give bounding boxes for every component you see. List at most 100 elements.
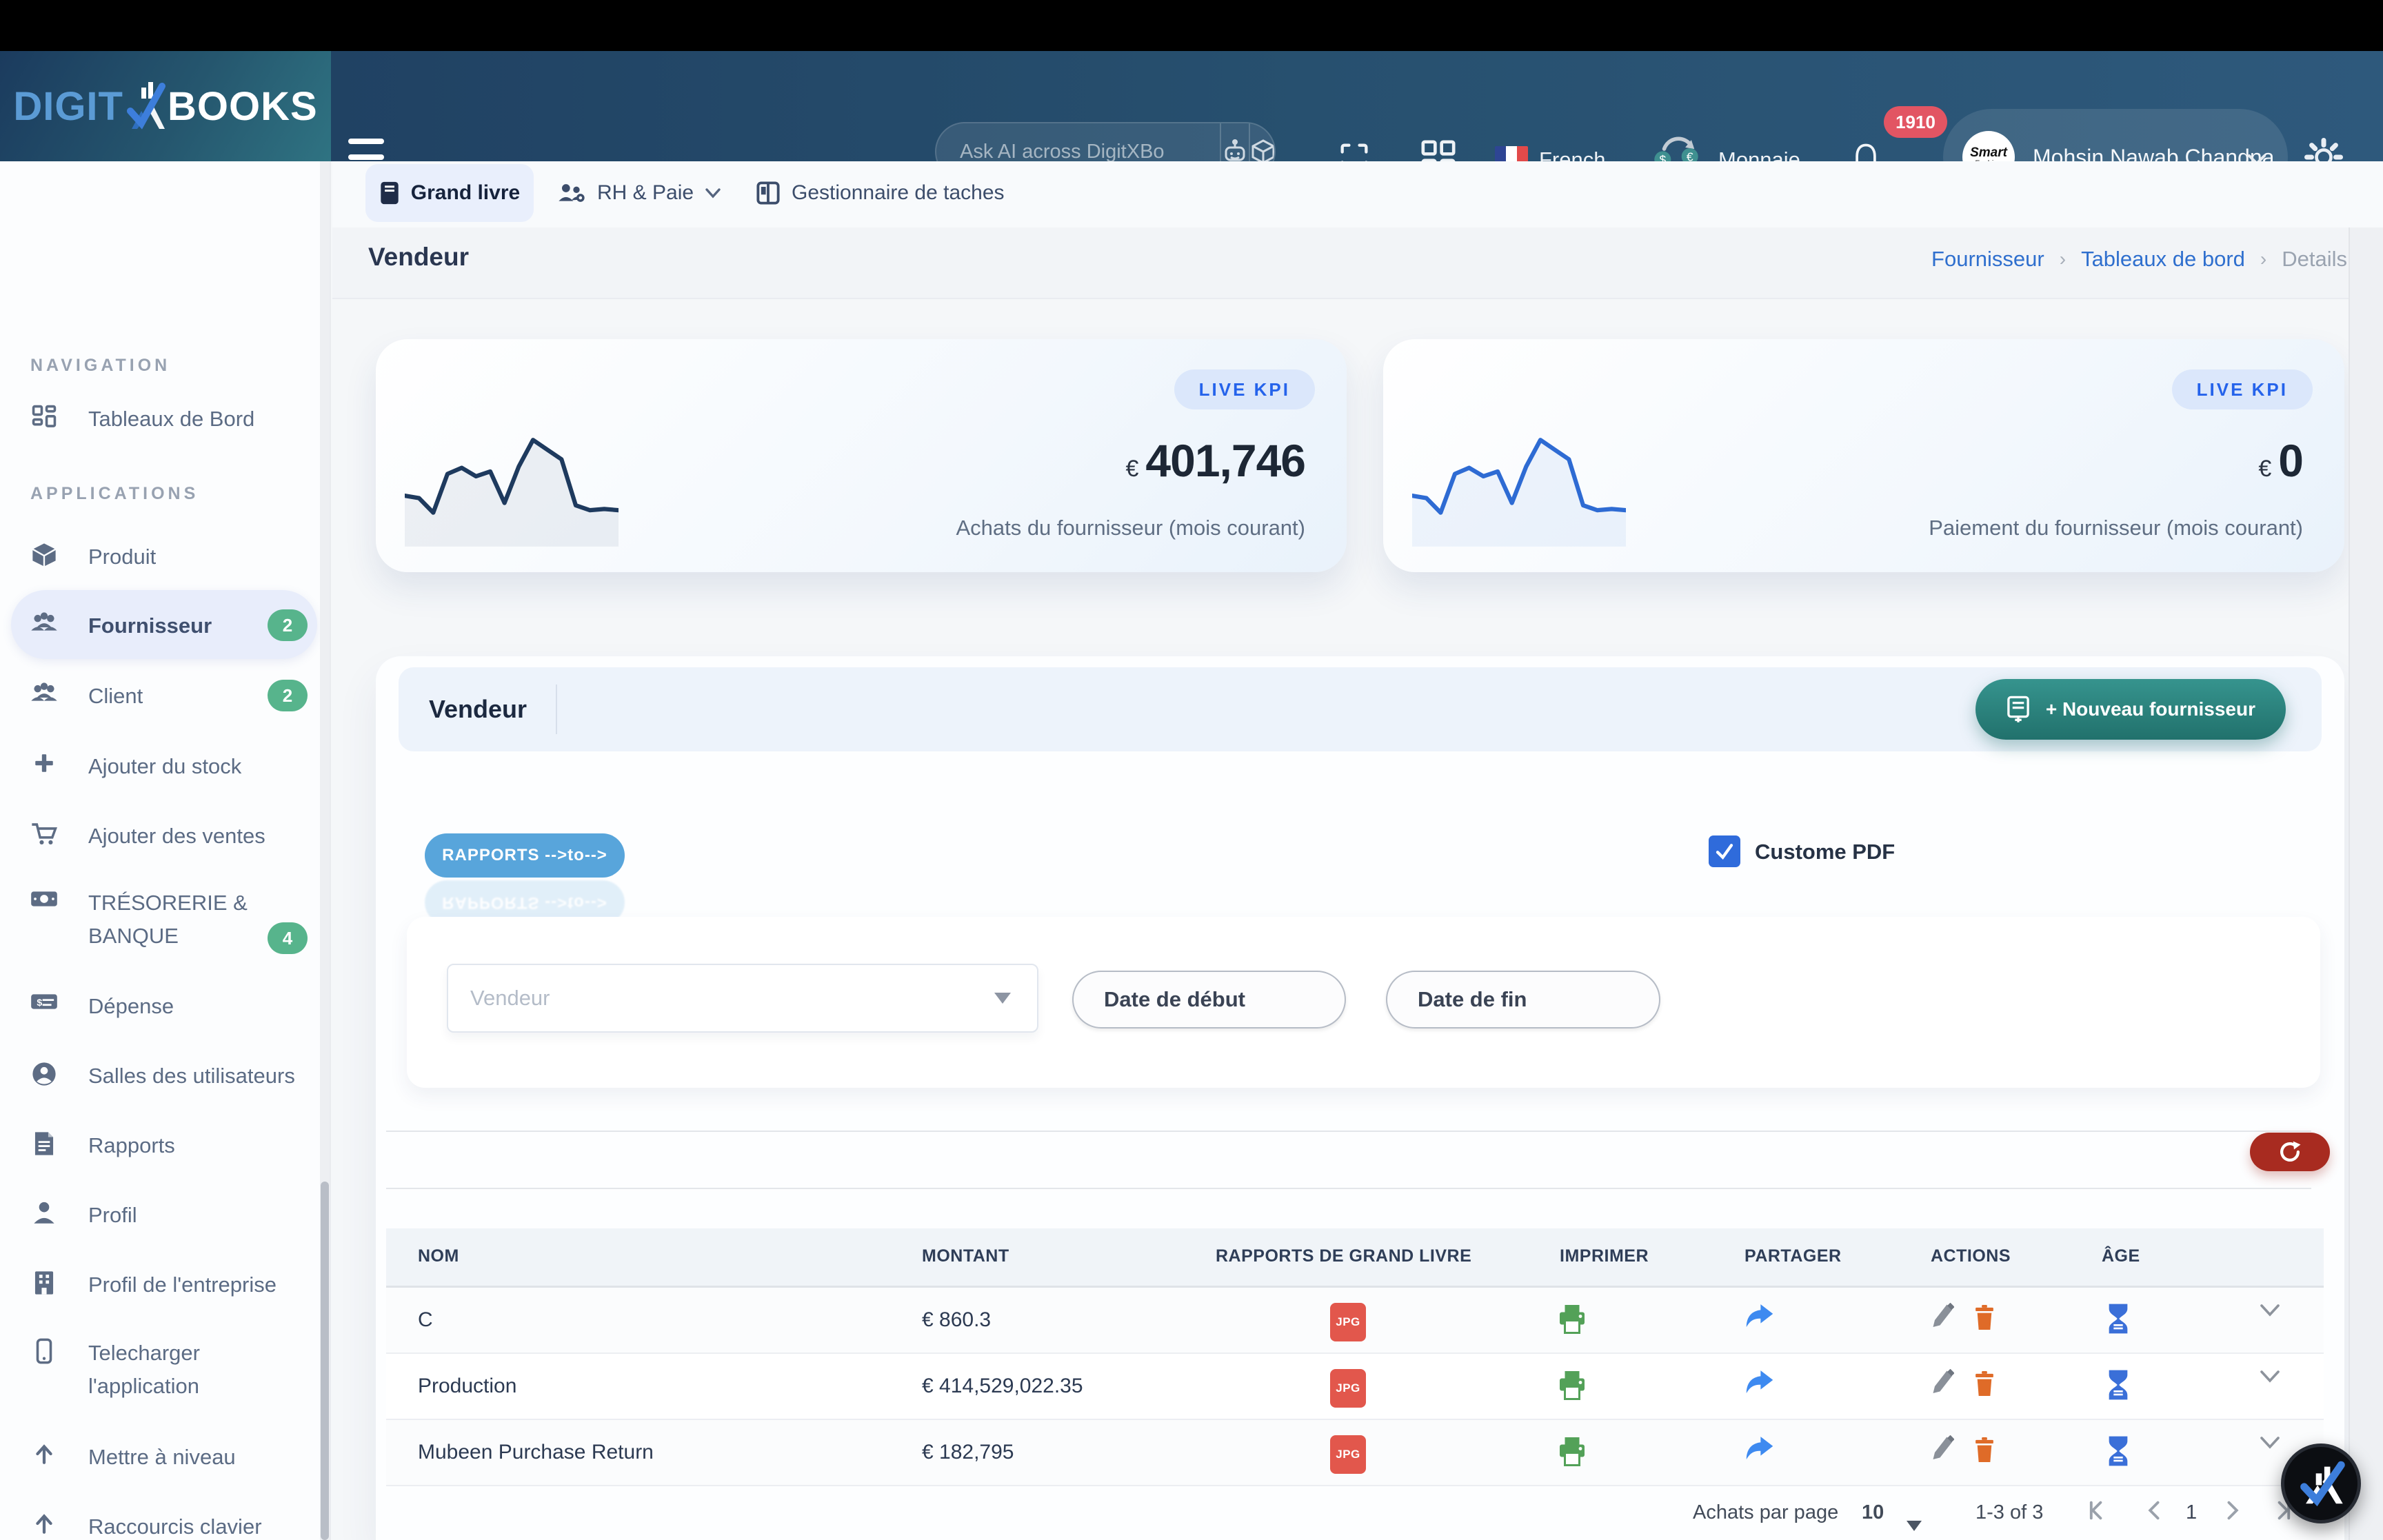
panel-header: Vendeur + Nouveau fournisseur: [399, 667, 2322, 751]
sidebar-item-depense[interactable]: $ Dépense: [0, 990, 325, 1023]
sidebar-item-mettre-a-niveau[interactable]: Mettre à niveau: [0, 1441, 325, 1474]
money-check-icon: $: [0, 990, 88, 1012]
table-row[interactable]: Production € 414,529,022.35 JPG: [386, 1354, 2324, 1420]
row-amount: € 414,529,022.35: [922, 1375, 1083, 1398]
user-circle-icon: [0, 1060, 88, 1087]
vendor-select[interactable]: Vendeur: [447, 964, 1038, 1033]
print-icon[interactable]: [1556, 1303, 1589, 1336]
age-hourglass-icon[interactable]: [2104, 1303, 2132, 1335]
app-window: DIGIT BOOKS: [0, 0, 2383, 1540]
jpg-report-icon[interactable]: JPG: [1330, 1369, 1366, 1408]
kpi-number: 0: [2278, 434, 2303, 487]
date-fin-button[interactable]: Date de fin: [1386, 971, 1660, 1029]
next-page-icon[interactable]: [2220, 1499, 2244, 1528]
kpi-currency: €: [2258, 456, 2271, 483]
per-page-label: Achats par page: [1693, 1501, 1838, 1524]
per-page-value[interactable]: 10: [1862, 1501, 1884, 1524]
current-page[interactable]: 1: [2186, 1501, 2197, 1524]
notification-count-badge[interactable]: 1910: [1884, 106, 1947, 138]
navbar: DIGIT BOOKS: [0, 51, 2383, 161]
refresh-button[interactable]: [2250, 1133, 2330, 1171]
date-debut-button[interactable]: Date de début: [1072, 971, 1346, 1029]
panel-title: Vendeur: [429, 695, 527, 724]
custom-pdf-label[interactable]: Custome PDF: [1755, 840, 1895, 864]
reports-range-pill[interactable]: RAPPORTS -->to-->: [425, 833, 625, 878]
dashboard-icon: [0, 403, 88, 430]
kpi-card-paiement: LIVE KPI € 0 Paiement du fournisseur (mo…: [1383, 339, 2344, 572]
print-icon[interactable]: [1556, 1369, 1589, 1402]
pagination-bar: Achats par page 10 1-3 of 3 1: [386, 1489, 2324, 1540]
jpg-report-icon[interactable]: JPG: [1330, 1303, 1366, 1341]
table-row[interactable]: Mubeen Purchase Return € 182,795 JPG: [386, 1420, 2324, 1486]
edit-pencil-icon[interactable]: [1929, 1369, 1954, 1397]
delete-trash-icon[interactable]: [1972, 1435, 1997, 1464]
sidebar-item-telecharger-application[interactable]: Telecharger l'application: [0, 1337, 325, 1403]
sidebar-item-tableaux-de-bord[interactable]: Tableaux de Bord: [0, 403, 325, 436]
table-row[interactable]: C € 860.3 JPG: [386, 1288, 2324, 1354]
banknote-icon: [0, 886, 88, 910]
prev-page-icon[interactable]: [2143, 1499, 2166, 1528]
tab-rh-paie[interactable]: RH & Paie: [557, 164, 721, 222]
date-debut-label: Date de début: [1104, 987, 1245, 1012]
delete-trash-icon[interactable]: [1972, 1369, 1997, 1398]
tab-grand-livre[interactable]: Grand livre: [365, 164, 534, 222]
age-hourglass-icon[interactable]: [2104, 1435, 2132, 1467]
sidebar: NAVIGATION Tableaux de Bord APPLICATIONS…: [0, 161, 331, 1540]
share-icon[interactable]: [1744, 1303, 1775, 1330]
svg-text:$: $: [37, 997, 42, 1008]
first-page-icon[interactable]: [2087, 1499, 2110, 1528]
date-fin-label: Date de fin: [1418, 987, 1527, 1012]
kpi-number: 401,746: [1145, 434, 1305, 487]
users-group-icon: [0, 609, 88, 634]
tab-chevron-down-icon: [705, 188, 721, 199]
share-icon[interactable]: [1744, 1435, 1775, 1463]
sidebar-item-rapports[interactable]: Rapports: [0, 1129, 325, 1162]
sidebar-item-ajouter-des-ventes[interactable]: Ajouter des ventes: [0, 820, 325, 853]
sidebar-item-salles-des-utilisateurs[interactable]: Salles des utilisateurs: [0, 1060, 325, 1093]
document-icon: [0, 1129, 88, 1157]
custom-pdf-checkbox[interactable]: [1709, 835, 1740, 867]
app-logo[interactable]: DIGIT BOOKS: [0, 51, 331, 161]
sidebar-item-profil[interactable]: Profil: [0, 1199, 325, 1232]
cart-icon: [0, 820, 88, 846]
edit-pencil-icon[interactable]: [1929, 1303, 1954, 1330]
nouveau-fournisseur-label: + Nouveau fournisseur: [2046, 698, 2255, 720]
jpg-report-icon[interactable]: JPG: [1330, 1435, 1366, 1474]
sidebar-heading-applications: APPLICATIONS: [30, 484, 199, 504]
floating-brand-button[interactable]: [2281, 1443, 2361, 1523]
row-amount: € 182,795: [922, 1441, 1014, 1464]
edit-pencil-icon[interactable]: [1929, 1435, 1954, 1463]
sidebar-scrollbar-thumb[interactable]: [321, 1182, 329, 1540]
vendeur-panel: Vendeur + Nouveau fournisseur RAPPORTS -…: [376, 656, 2344, 1540]
task-board-icon: [756, 181, 781, 205]
mobile-icon: [0, 1337, 88, 1364]
tab-gestionnaire-taches[interactable]: Gestionnaire de taches: [756, 164, 1005, 222]
share-icon[interactable]: [1744, 1369, 1775, 1397]
col-rapports: RAPPORTS DE GRAND LIVRE: [1216, 1246, 1471, 1266]
tab-rh-paie-label: RH & Paie: [597, 181, 694, 205]
breadcrumb-fournisseur[interactable]: Fournisseur: [1931, 247, 2044, 272]
person-icon: [0, 1199, 88, 1225]
age-hourglass-icon[interactable]: [2104, 1369, 2132, 1401]
users-group-icon: [0, 680, 88, 705]
kpi-sparkline: [1412, 421, 1626, 551]
row-name: C: [418, 1308, 433, 1332]
col-nom: NOM: [418, 1246, 459, 1266]
breadcrumb-tableaux[interactable]: Tableaux de bord: [2081, 247, 2245, 272]
row-expand-chevron-icon[interactable]: [2259, 1303, 2281, 1318]
row-expand-chevron-icon[interactable]: [2259, 1369, 2281, 1384]
tab-gestionnaire-label: Gestionnaire de taches: [792, 181, 1005, 205]
sidebar-item-ajouter-du-stock[interactable]: Ajouter du stock: [0, 750, 325, 783]
package-icon: [0, 540, 88, 568]
nouveau-fournisseur-button[interactable]: + Nouveau fournisseur: [1975, 679, 2286, 740]
sidebar-item-profil-entreprise[interactable]: Profil de l'entreprise: [0, 1268, 325, 1301]
col-partager: PARTAGER: [1744, 1246, 1842, 1266]
row-expand-chevron-icon[interactable]: [2259, 1435, 2281, 1450]
delete-trash-icon[interactable]: [1972, 1303, 1997, 1332]
kpi-label: Achats du fournisseur (mois courant): [956, 516, 1305, 540]
print-icon[interactable]: [1556, 1435, 1589, 1468]
sidebar-item-raccourcis-clavier[interactable]: Raccourcis clavier: [0, 1510, 325, 1540]
table-header-row: NOM MONTANT RAPPORTS DE GRAND LIVRE IMPR…: [386, 1228, 2324, 1288]
sidebar-item-produit[interactable]: Produit: [0, 540, 325, 574]
plus-icon: [0, 750, 88, 775]
